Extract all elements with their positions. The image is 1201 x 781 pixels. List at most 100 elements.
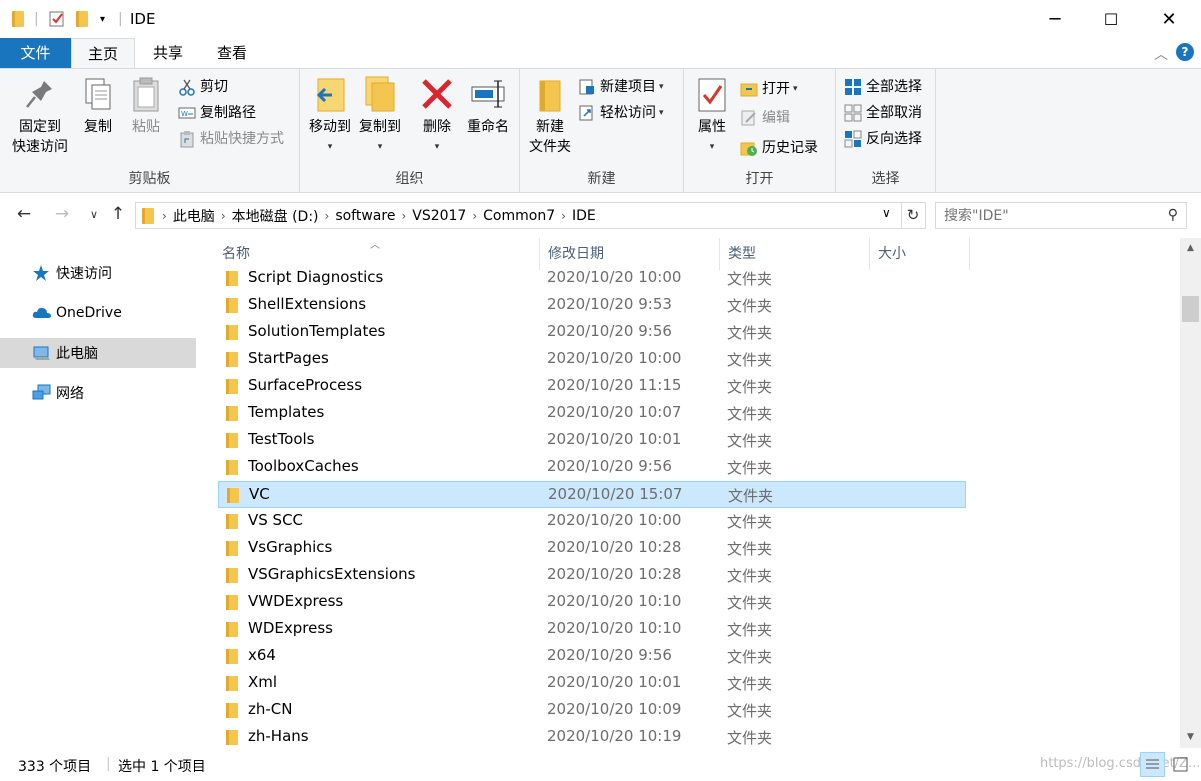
tab-share[interactable]: 共享 — [140, 38, 196, 68]
clipboard-group: 固定到 快速访问 复制 粘贴 剪切 W 复制路径 粘贴快捷方式 剪贴板 — [0, 69, 300, 192]
table-row[interactable]: VS SCC 2020/10/20 10:00 文件夹 — [218, 508, 966, 535]
open-button[interactable]: 打开 ▾ — [740, 77, 798, 101]
copy-button[interactable]: 复制 — [76, 75, 120, 137]
edit-icon — [740, 109, 758, 127]
close-button[interactable]: ✕ — [1146, 0, 1192, 38]
move-to-button[interactable]: 移动到 ▾ — [306, 75, 354, 157]
scroll-up-icon[interactable]: ▲ — [1180, 240, 1201, 257]
easy-access-icon — [578, 104, 596, 122]
address-bar[interactable]: › 此电脑 › 本地磁盘 (D:) › software › VS2017 › … — [135, 202, 902, 229]
recent-locations-icon[interactable]: ∨ — [82, 208, 106, 221]
search-input[interactable] — [936, 203, 1151, 228]
table-row[interactable]: zh-Hans 2020/10/20 10:19 文件夹 — [218, 724, 966, 748]
table-row[interactable]: Script Diagnostics 2020/10/20 10:00 文件夹 — [218, 265, 966, 292]
details-view-button[interactable] — [1140, 752, 1165, 777]
invert-selection-button[interactable]: 反向选择 — [844, 127, 922, 151]
up-button[interactable]: ↑ — [106, 204, 130, 224]
scroll-down-icon[interactable]: ▼ — [1180, 729, 1201, 746]
table-row[interactable]: ShellExtensions 2020/10/20 9:53 文件夹 — [218, 292, 966, 319]
search-icon[interactable]: ⚲ — [1168, 207, 1178, 223]
table-row[interactable]: TestTools 2020/10/20 10:01 文件夹 — [218, 427, 966, 454]
customize-quick-access-icon[interactable]: ▾ — [100, 8, 105, 30]
table-row[interactable]: ToolboxCaches 2020/10/20 9:56 文件夹 — [218, 454, 966, 481]
scrollbar-thumb[interactable] — [1182, 296, 1199, 322]
table-row[interactable]: Xml 2020/10/20 10:01 文件夹 — [218, 670, 966, 697]
address-history-icon[interactable]: ∨ — [882, 206, 891, 220]
history-button[interactable]: 历史记录 — [740, 136, 818, 160]
paste-shortcut-label: 粘贴快捷方式 — [200, 131, 284, 147]
back-button[interactable]: ← — [12, 204, 36, 224]
new-item-button[interactable]: 新建项目 ▾ — [578, 75, 664, 99]
chevron-right-icon[interactable]: › — [221, 209, 226, 223]
table-row[interactable]: VWDExpress 2020/10/20 10:10 文件夹 — [218, 589, 966, 616]
copy-to-button[interactable]: 复制到 ▾ — [356, 75, 404, 157]
rename-button[interactable]: 重命名 — [462, 75, 514, 137]
large-icons-view-button[interactable] — [1168, 752, 1193, 777]
select-all-button[interactable]: 全部选择 — [844, 75, 922, 99]
folder-icon — [226, 271, 238, 286]
new-folder-button[interactable]: 新建 文件夹 — [524, 75, 576, 157]
breadcrumb-common7[interactable]: Common7 — [483, 208, 555, 224]
table-row[interactable]: WDExpress 2020/10/20 10:10 文件夹 — [218, 616, 966, 643]
vertical-scrollbar[interactable]: ▲ ▼ — [1180, 238, 1201, 748]
new-folder-quick-icon[interactable] — [76, 8, 88, 30]
table-row[interactable]: StartPages 2020/10/20 10:00 文件夹 — [218, 346, 966, 373]
paste-button[interactable]: 粘贴 — [124, 75, 168, 137]
chevron-right-icon[interactable]: › — [325, 209, 330, 223]
edit-button[interactable]: 编辑 — [740, 106, 790, 130]
chevron-right-icon[interactable]: › — [472, 209, 477, 223]
separator: | — [34, 11, 39, 27]
edit-label: 编辑 — [762, 110, 790, 126]
forward-button[interactable]: → — [50, 204, 74, 224]
properties-button[interactable]: 属性 ▾ — [690, 75, 734, 157]
nav-quick-access[interactable]: 快速访问 — [0, 258, 196, 288]
tab-file[interactable]: 文件 — [0, 38, 71, 68]
breadcrumb-local-disk[interactable]: 本地磁盘 (D:) — [232, 206, 319, 226]
select-none-button[interactable]: 全部取消 — [844, 101, 922, 125]
chevron-right-icon[interactable]: › — [162, 209, 167, 223]
window-title: IDE — [130, 10, 156, 28]
paste-shortcut-button[interactable]: 粘贴快捷方式 — [178, 127, 284, 151]
tab-home[interactable]: 主页 — [71, 38, 135, 68]
properties-quick-icon[interactable] — [48, 8, 66, 30]
folder-icon — [226, 514, 238, 529]
collapse-ribbon-icon[interactable]: ︿ — [1154, 44, 1168, 64]
chevron-right-icon[interactable]: › — [561, 209, 566, 223]
chevron-right-icon[interactable]: › — [401, 209, 406, 223]
table-row[interactable]: SurfaceProcess 2020/10/20 11:15 文件夹 — [218, 373, 966, 400]
file-list: ︿ 名称 修改日期 类型 大小 Script Diagnostics 2020/1… — [198, 238, 1180, 748]
easy-access-button[interactable]: 轻松访问 ▾ — [578, 101, 664, 125]
delete-button[interactable]: 删除 ▾ — [416, 75, 458, 157]
table-row[interactable]: VSGraphicsExtensions 2020/10/20 10:28 文件夹 — [218, 562, 966, 589]
title-bar: | ▾ | IDE ─ ☐ ✕ — [0, 0, 1201, 38]
table-row[interactable]: VC 2020/10/20 15:07 文件夹 — [218, 481, 966, 508]
folder-icon — [142, 207, 154, 224]
paste-label: 粘贴 — [132, 119, 160, 135]
file-name: VS SCC — [248, 511, 304, 529]
minimize-button[interactable]: ─ — [1032, 0, 1078, 38]
rename-label: 重命名 — [467, 119, 509, 135]
table-row[interactable]: x64 2020/10/20 9:56 文件夹 — [218, 643, 966, 670]
refresh-button[interactable]: ↻ — [901, 202, 926, 229]
pin-quick-access-button[interactable]: 固定到 快速访问 — [8, 75, 72, 157]
cloud-icon — [32, 304, 52, 322]
nav-this-pc[interactable]: 此电脑 — [0, 338, 196, 368]
table-row[interactable]: Templates 2020/10/20 10:07 文件夹 — [218, 400, 966, 427]
breadcrumb-this-pc[interactable]: 此电脑 — [173, 206, 215, 226]
copy-path-button[interactable]: W 复制路径 — [178, 101, 256, 125]
cut-button[interactable]: 剪切 — [178, 75, 228, 99]
breadcrumb-vs2017[interactable]: VS2017 — [412, 208, 466, 224]
nav-network[interactable]: 网络 — [0, 378, 196, 408]
table-row[interactable]: SolutionTemplates 2020/10/20 9:56 文件夹 — [218, 319, 966, 346]
breadcrumb-ide[interactable]: IDE — [572, 208, 596, 224]
nav-onedrive[interactable]: OneDrive — [0, 298, 196, 328]
new-group-label: 新建 — [587, 171, 616, 187]
table-row[interactable]: zh-CN 2020/10/20 10:09 文件夹 — [218, 697, 966, 724]
table-row[interactable]: VsGraphics 2020/10/20 10:28 文件夹 — [218, 535, 966, 562]
file-type: 文件夹 — [727, 351, 773, 369]
help-icon[interactable]: ? — [1176, 43, 1194, 61]
search-box[interactable]: ⚲ — [935, 202, 1187, 229]
breadcrumb-software[interactable]: software — [335, 208, 395, 224]
tab-view[interactable]: 查看 — [204, 38, 260, 68]
maximize-button[interactable]: ☐ — [1088, 0, 1134, 38]
